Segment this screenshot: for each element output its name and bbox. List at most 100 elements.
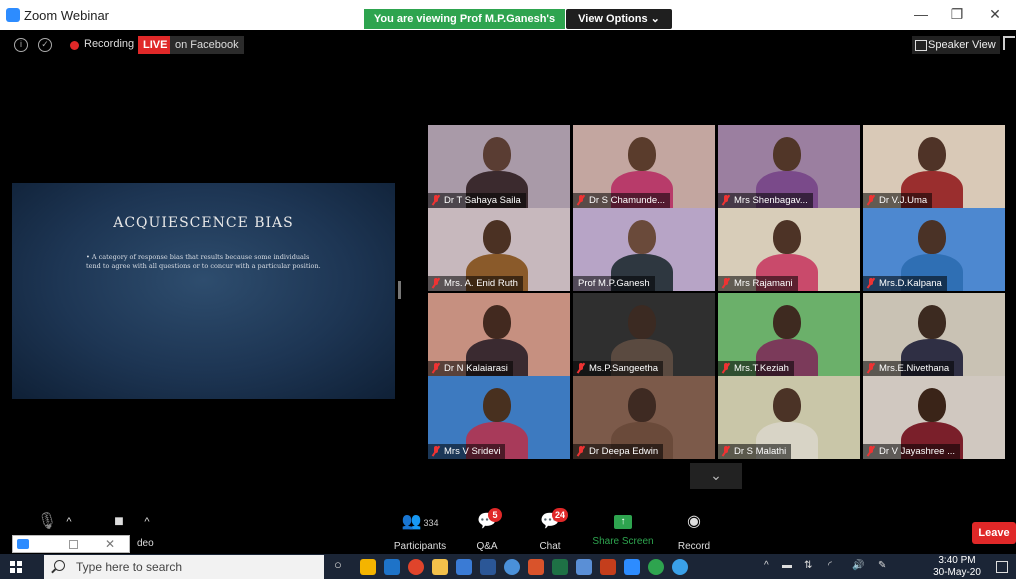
participant-name: Dr T Sahaya Saila [428,193,526,208]
fullscreen-icon[interactable] [1003,36,1015,50]
app-icon[interactable] [504,559,520,575]
word-icon[interactable] [480,559,496,575]
participant-video-tile[interactable]: Mrs V Sridevi [428,376,570,459]
mic-muted-icon: 🎙 [36,513,58,530]
paint-icon[interactable] [576,559,592,575]
camera-icon: ■ [114,513,124,530]
participant-head [918,388,946,422]
participant-video-tile[interactable]: Dr Deepa Edwin [573,376,715,459]
participant-video-tile[interactable]: Mrs Shenbagav... [718,125,860,208]
minimized-video-panel: ✕ deo [12,535,154,553]
hangouts-icon[interactable] [648,559,664,575]
split-divider-handle[interactable] [398,281,401,299]
maximize-icon[interactable] [69,540,78,549]
battery-icon[interactable]: ▬ [782,560,792,571]
chat-badge: 24 [551,508,568,522]
participant-video-tile[interactable]: Dr V.J.Uma [863,125,1005,208]
chrome-icon[interactable] [408,559,424,575]
participant-video-tile[interactable]: Dr S Chamunde... [573,125,715,208]
tray-chevron-icon[interactable]: ^ [764,560,769,571]
view-options-button[interactable]: View Options ⌄ [566,9,672,29]
participant-video-tile[interactable]: Mrs Rajamani [718,208,860,291]
participant-video-tile[interactable]: Prof M.P.Ganesh [573,208,715,291]
participant-name: Dr Deepa Edwin [573,444,664,459]
participant-head [628,388,656,422]
windows-start-icon[interactable] [10,561,22,573]
meeting-top-bar: i ✓ Recording LIVE on Facebook Speaker V… [0,30,1016,60]
restore-icon[interactable]: ❐ [942,6,972,23]
participant-head [628,137,656,171]
participant-video-tile[interactable]: Dr S Malathi [718,376,860,459]
mic-muted-icon [577,363,585,373]
mic-muted-icon [722,195,730,205]
shield-icon[interactable]: ✓ [38,38,52,52]
powerpoint-icon[interactable] [528,559,544,575]
mic-muted-icon [432,363,440,373]
participant-head [773,388,801,422]
participant-video-tile[interactable]: Mrs. A. Enid Ruth [428,208,570,291]
participant-name: Mrs.E.Nivethana [863,361,955,376]
close-icon[interactable]: ✕ [105,537,115,551]
record-icon: ◉ [687,513,701,530]
search-icon [54,560,65,571]
minimize-icon[interactable]: — [906,6,936,22]
participant-head [773,220,801,254]
app-icon[interactable] [672,559,688,575]
file-explorer-icon[interactable] [432,559,448,575]
mic-muted-icon [722,363,730,373]
participant-head [483,137,511,171]
mic-muted-icon [867,278,875,288]
participants-icon: 👥 [401,513,422,530]
participant-video-tile[interactable]: Ms.P.Sangeetha [573,293,715,376]
participant-video-tile[interactable]: Mrs.D.Kalpana [863,208,1005,291]
participant-video-tile[interactable]: Mrs.T.Keziah [718,293,860,376]
participants-button[interactable]: 👥 334 Participants [388,506,452,554]
leave-button[interactable]: Leave [972,522,1016,544]
taskbar-app-icon[interactable] [360,559,376,575]
qa-button[interactable]: 💬 5 Q&A [470,506,504,554]
notification-icon[interactable] [996,561,1008,573]
slide-title: ACQUIESCENCE BIAS [113,215,294,231]
chat-button[interactable]: 💬 24 Chat [530,506,570,554]
mic-muted-icon [432,446,440,456]
slide-bullet-text: • A category of response bias that resul… [86,253,321,270]
participant-name: Mrs. A. Enid Ruth [428,276,523,291]
network-icon[interactable]: ⇅ [804,560,812,571]
share-screen-button[interactable]: ↑ Share Screen [588,506,658,554]
recording-label[interactable]: Recording [84,38,134,50]
pen-icon[interactable]: ✎ [878,560,886,571]
mic-muted-icon [867,363,875,373]
speaker-view-button[interactable]: Speaker View [912,36,1000,54]
store-icon[interactable] [456,559,472,575]
close-icon[interactable]: ✕ [980,6,1010,23]
volume-icon[interactable]: 🔊 [852,560,864,571]
participant-video-tile[interactable]: Dr T Sahaya Saila [428,125,570,208]
zoom-app-icon [17,539,29,549]
participant-head [773,305,801,339]
app-icon[interactable] [600,559,616,575]
participant-video-tile[interactable]: Dr V Jayashree ... [863,376,1005,459]
participant-head [918,137,946,171]
chat-label: Chat [539,541,561,552]
gallery-scroll-down-button[interactable]: ⌄ [690,463,742,489]
participant-video-tile[interactable]: Mrs.E.Nivethana [863,293,1005,376]
recording-dot-icon [70,41,79,50]
live-badge: LIVE [138,36,173,54]
participant-video-tile[interactable]: Dr N Kalaiarasi [428,293,570,376]
participants-count: 334 [423,518,439,528]
excel-icon[interactable] [552,559,568,575]
info-icon[interactable]: i [14,38,28,52]
clock-date: 30-May-20 [933,567,981,578]
taskbar-clock[interactable]: 3:40 PM 30-May-20 [932,555,982,579]
window-title: Zoom Webinar [24,8,110,23]
wifi-icon[interactable]: ◜ [828,560,832,571]
shared-screen-slide: ACQUIESCENCE BIAS • A category of respon… [12,183,395,399]
edge-icon[interactable] [384,559,400,575]
taskbar-search-input[interactable]: Type here to search [44,555,324,579]
participant-head [628,220,656,254]
cortana-icon[interactable]: ○ [334,557,342,572]
zoom-taskbar-icon[interactable] [624,559,640,575]
participant-name: Prof M.P.Ganesh [573,276,655,291]
record-button[interactable]: ◉ Record [674,506,714,554]
live-platform-label[interactable]: on Facebook [170,36,244,54]
